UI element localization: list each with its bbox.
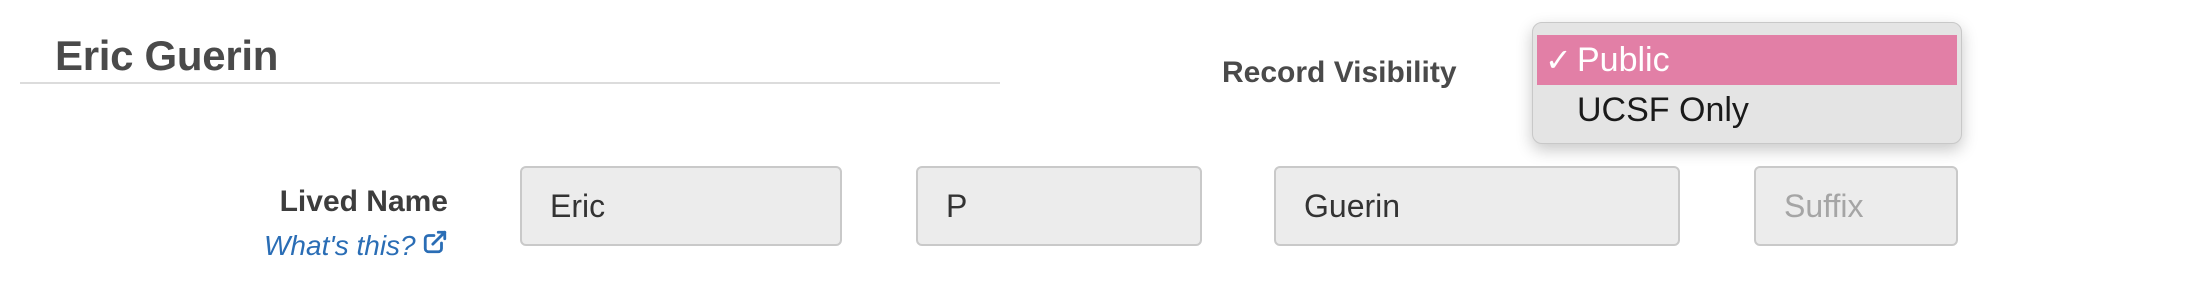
option-label: Public xyxy=(1577,40,1670,79)
external-link-icon xyxy=(422,229,448,262)
visibility-option-ucsf-only[interactable]: UCSF Only xyxy=(1537,85,1957,135)
middle-name-input[interactable] xyxy=(916,166,1202,246)
page: Eric Guerin Record Visibility ✓ Public U… xyxy=(0,0,2198,292)
visibility-option-public[interactable]: ✓ Public xyxy=(1537,35,1957,85)
whats-this-label: What's this? xyxy=(264,230,416,261)
record-visibility-dropdown[interactable]: ✓ Public UCSF Only xyxy=(1532,22,1962,144)
whats-this-link[interactable]: What's this? xyxy=(264,230,448,262)
last-name-input[interactable] xyxy=(1274,166,1680,246)
suffix-input[interactable] xyxy=(1754,166,1958,246)
checkmark-icon: ✓ xyxy=(1545,42,1572,78)
first-name-input[interactable] xyxy=(520,166,842,246)
record-visibility-label: Record Visibility xyxy=(1222,56,1457,89)
lived-name-label: Lived Name xyxy=(279,185,448,218)
option-label: UCSF Only xyxy=(1577,90,1749,129)
title-divider xyxy=(20,82,1000,84)
page-title: Eric Guerin xyxy=(55,32,279,79)
